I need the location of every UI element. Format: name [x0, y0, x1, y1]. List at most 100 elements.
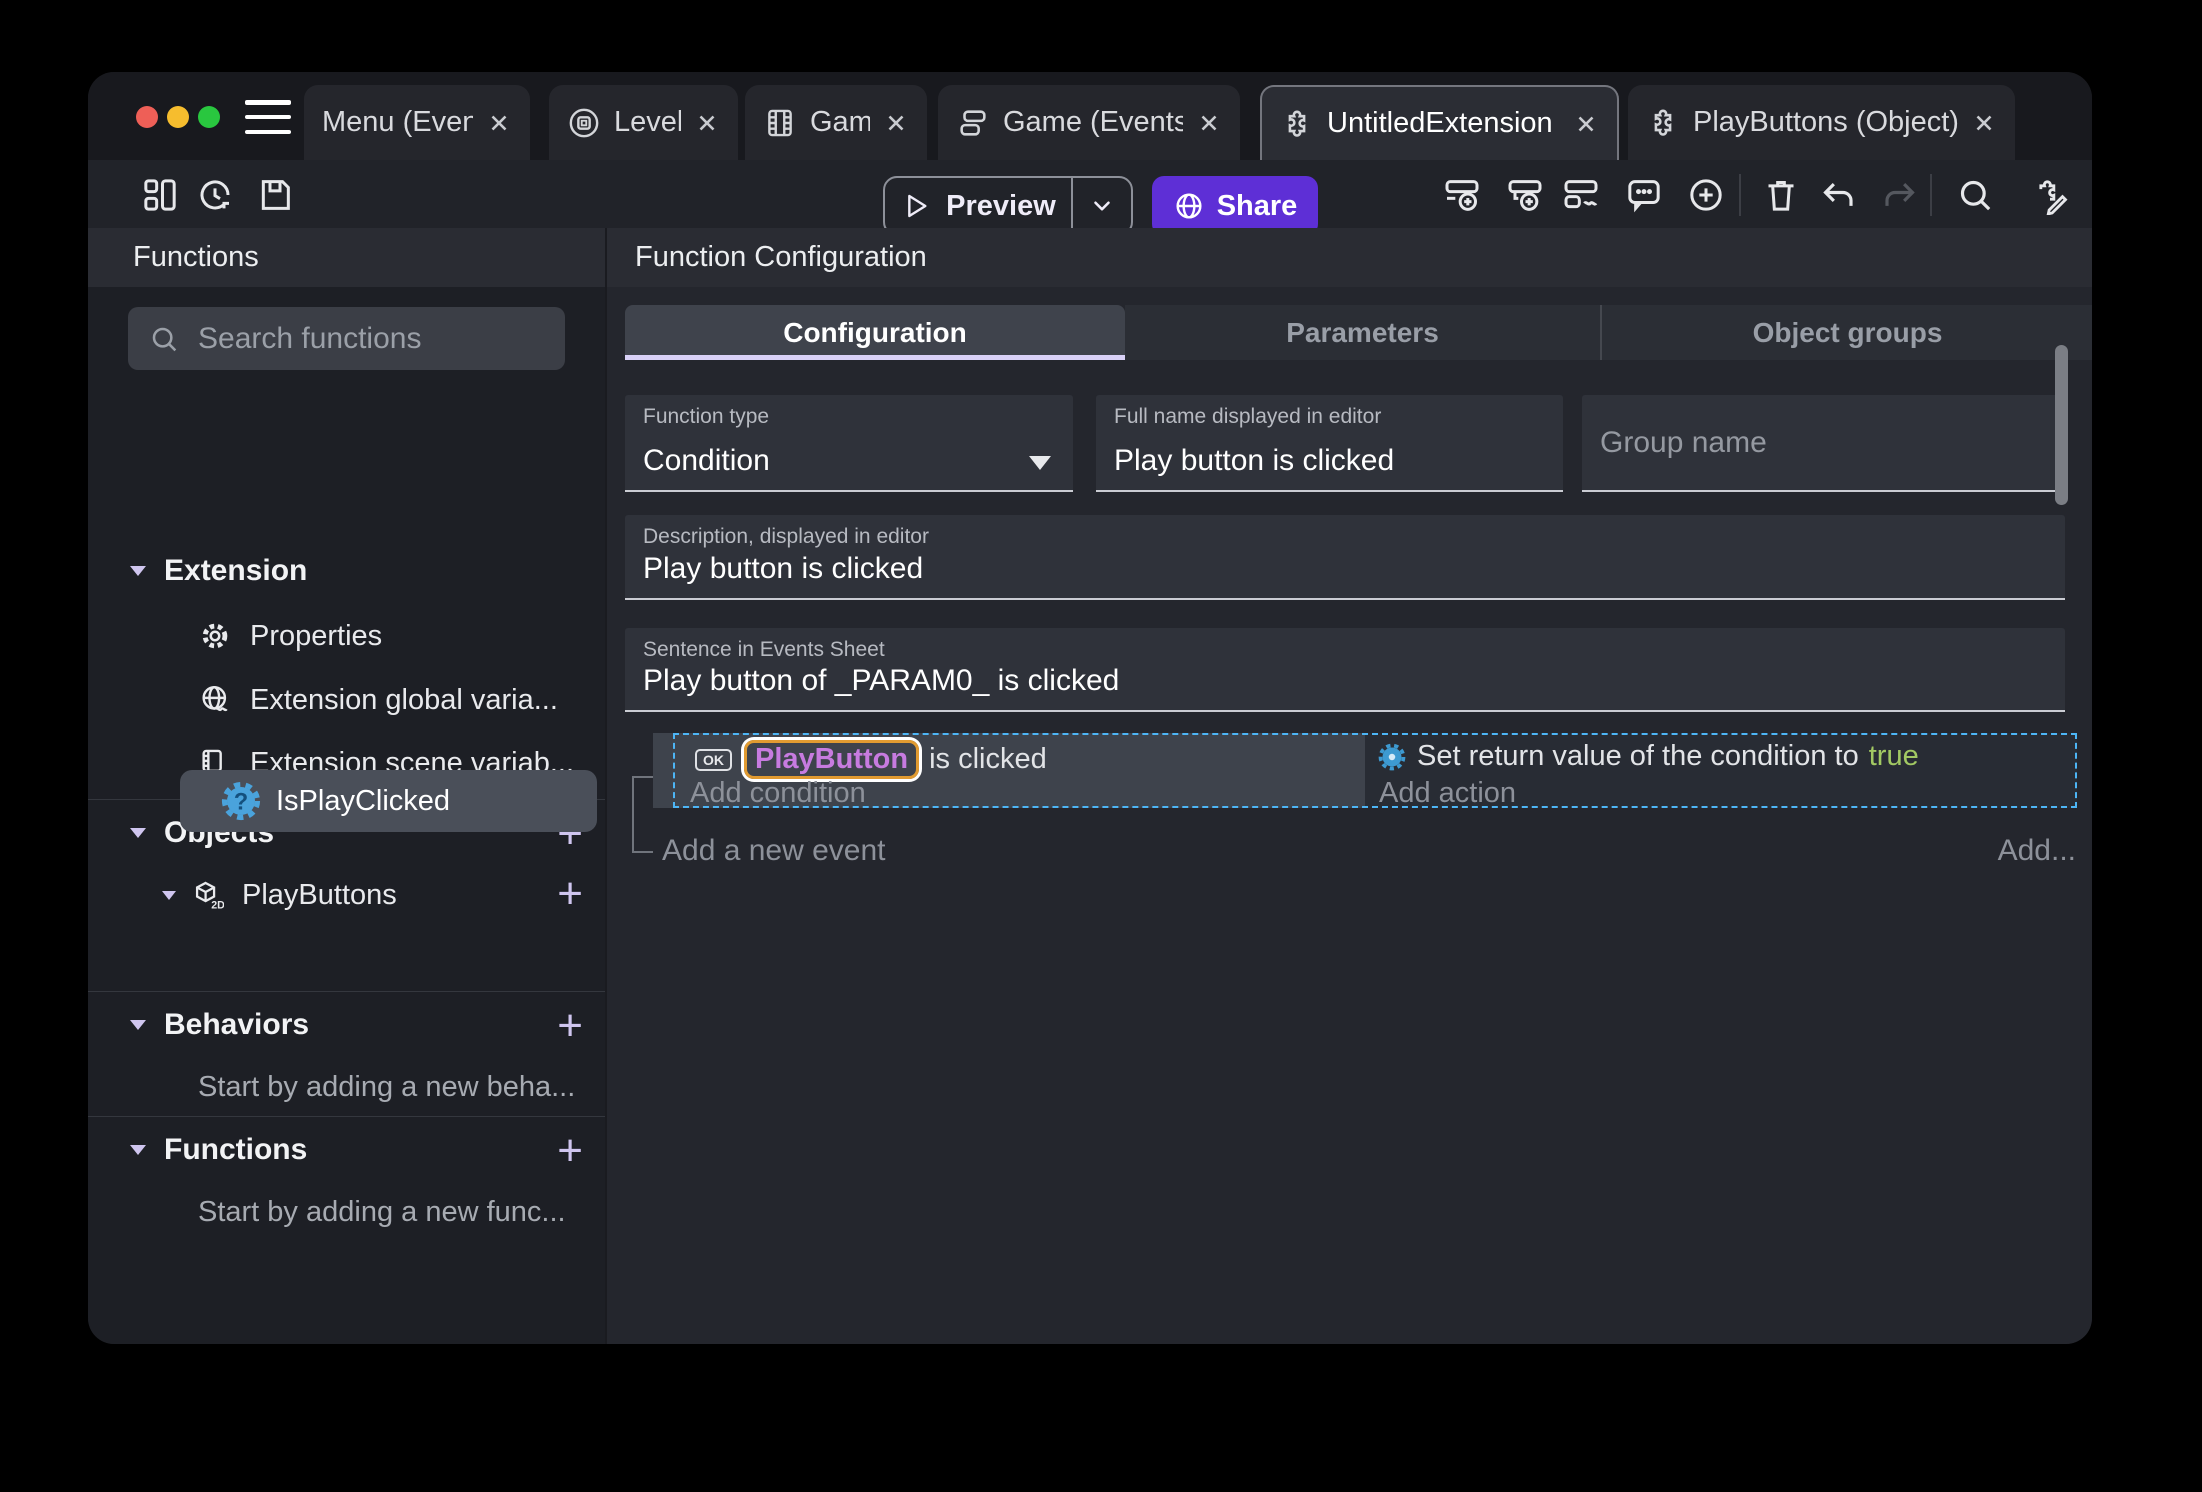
delete-icon[interactable]	[1761, 175, 1801, 215]
add-function-to-object-button[interactable]: +	[557, 872, 583, 916]
add-other-icon[interactable]	[1686, 175, 1726, 215]
open-project-manager-icon[interactable]	[140, 175, 180, 215]
sidebar-item-isplayclicked[interactable]: ? IsPlayClicked	[180, 770, 597, 832]
tab-configuration[interactable]: Configuration	[625, 305, 1125, 360]
action-value[interactable]: true	[1869, 740, 1919, 773]
condition-line[interactable]: OK PlayButton is clicked	[695, 740, 1047, 779]
function-configuration-panel: Function Configuration Configuration Par…	[607, 228, 2092, 1344]
main-menu-icon[interactable]	[245, 100, 291, 134]
add-subevent-icon[interactable]	[1505, 175, 1545, 215]
action-text: Set return value of the condition to	[1417, 740, 1859, 772]
sidebar-item-playbuttons[interactable]: 2D PlayButtons	[162, 878, 397, 912]
sidebar-header: Functions	[88, 228, 605, 287]
undo-icon[interactable]	[1818, 175, 1858, 215]
field-label: Description, displayed in editor	[643, 525, 929, 548]
add-free-function-button[interactable]: +	[557, 1129, 583, 1173]
function-type-select[interactable]: Function type Condition	[625, 395, 1073, 492]
tab-menu-events[interactable]: Menu (Events)	[304, 85, 530, 160]
tab-label: Level	[614, 106, 681, 138]
close-icon[interactable]	[1196, 110, 1222, 136]
group-name-input[interactable]	[1600, 395, 2045, 490]
description-field[interactable]: Description, displayed in editor Play bu…	[625, 515, 2065, 600]
sidebar-divider	[88, 1116, 605, 1117]
sidebar-divider	[88, 991, 605, 992]
tab-label: Game	[810, 106, 870, 138]
add-event-icon[interactable]	[1442, 175, 1482, 215]
functions-sidebar: Functions Extension Properties	[88, 228, 605, 1344]
tab-label: Object groups	[1752, 316, 1943, 348]
tab-game[interactable]: Game	[745, 85, 927, 160]
add-action-button[interactable]: Add action	[1379, 777, 1516, 810]
close-icon[interactable]	[486, 110, 512, 136]
action-line[interactable]: Set return value of the condition to tru…	[1377, 740, 1919, 773]
film-icon	[763, 106, 797, 140]
tab-playbuttons-object[interactable]: PlayButtons (Object)	[1628, 85, 2015, 160]
event-row[interactable]: OK PlayButton is clicked Add condition S…	[653, 733, 2077, 810]
sidebar-item-extension-global-variables[interactable]: Extension global varia...	[198, 683, 558, 717]
add-condition-action-icon[interactable]	[1561, 175, 1601, 215]
zoom-window-button[interactable]	[198, 106, 220, 128]
section-extension[interactable]: Extension	[130, 554, 647, 588]
tab-label: Configuration	[783, 316, 967, 348]
toolbar-divider	[1739, 174, 1741, 216]
puzzle-icon	[1646, 106, 1680, 140]
tab-parameters[interactable]: Parameters	[1125, 305, 1600, 360]
return-value-gear-icon	[1377, 742, 1407, 772]
full-name-field[interactable]: Full name displayed in editor Play butto…	[1096, 395, 1563, 492]
add-condition-button[interactable]: Add condition	[690, 777, 866, 810]
toolbar: Preview Share	[88, 160, 2092, 236]
tab-label: UntitledExtension	[1327, 107, 1553, 139]
sidebar-title: Functions	[133, 241, 259, 273]
toolbar-divider	[1930, 174, 1932, 216]
close-icon[interactable]	[883, 110, 909, 136]
tab-bar: Menu (Events) Level Game	[88, 72, 2092, 160]
tab-untitled-extension[interactable]: UntitledExtension	[1260, 85, 1619, 160]
field-label: Full name displayed in editor	[1114, 405, 1382, 428]
share-label: Share	[1216, 189, 1298, 222]
section-label: Behaviors	[164, 1008, 310, 1041]
sidebar-item-properties[interactable]: Properties	[198, 619, 382, 653]
functions-hint: Start by adding a new func...	[198, 1196, 566, 1228]
sentence-field[interactable]: Sentence in Events Sheet Play button of …	[625, 628, 2065, 712]
field-value: Play button of _PARAM0_ is clicked	[643, 664, 1120, 697]
vertical-scrollbar[interactable]	[2055, 345, 2068, 505]
item-label: IsPlayClicked	[276, 784, 451, 817]
share-button[interactable]: Share	[1152, 176, 1318, 236]
event-tree-guide	[632, 776, 653, 853]
gear-icon	[198, 619, 232, 653]
close-window-button[interactable]	[136, 106, 158, 128]
add-comment-icon[interactable]	[1624, 175, 1664, 215]
close-icon[interactable]	[694, 110, 720, 136]
tab-object-groups[interactable]: Object groups	[1602, 305, 2092, 360]
tab-level[interactable]: Level	[549, 85, 738, 160]
button-object-icon: OK	[695, 748, 732, 771]
search-icon[interactable]	[1955, 175, 1995, 215]
preview-button[interactable]: Preview	[883, 176, 1133, 236]
redo-icon[interactable]	[1880, 175, 1920, 215]
add-new-event-button[interactable]: Add a new event	[662, 834, 886, 868]
tab-label: Parameters	[1286, 316, 1439, 348]
close-icon[interactable]	[1573, 111, 1599, 137]
close-icon[interactable]	[1971, 110, 1997, 136]
play-icon	[900, 190, 932, 222]
field-label: Sentence in Events Sheet	[643, 638, 885, 661]
tab-game-events[interactable]: Game (Events)	[938, 85, 1240, 160]
chevron-down-icon	[1089, 193, 1115, 219]
version-history-icon[interactable]	[195, 175, 235, 215]
save-icon[interactable]	[255, 175, 295, 215]
add-more-button[interactable]: Add...	[1998, 834, 2076, 868]
events-icon	[956, 106, 990, 140]
field-value: Play button is clicked	[643, 552, 924, 585]
condition-object-name[interactable]: PlayButton	[744, 740, 920, 779]
tab-label: Menu (Events)	[322, 106, 473, 138]
search-functions-box[interactable]	[128, 307, 565, 370]
minimize-window-button[interactable]	[167, 106, 189, 128]
chevron-down-icon	[130, 828, 146, 838]
section-label: Functions	[164, 1133, 308, 1166]
add-behavior-button[interactable]: +	[557, 1004, 583, 1048]
preview-options-button[interactable]	[1073, 178, 1131, 234]
edit-extension-icon[interactable]	[2030, 175, 2070, 215]
chevron-down-icon	[130, 566, 146, 576]
group-name-field[interactable]	[1582, 395, 2063, 492]
search-functions-input[interactable]	[198, 321, 545, 356]
